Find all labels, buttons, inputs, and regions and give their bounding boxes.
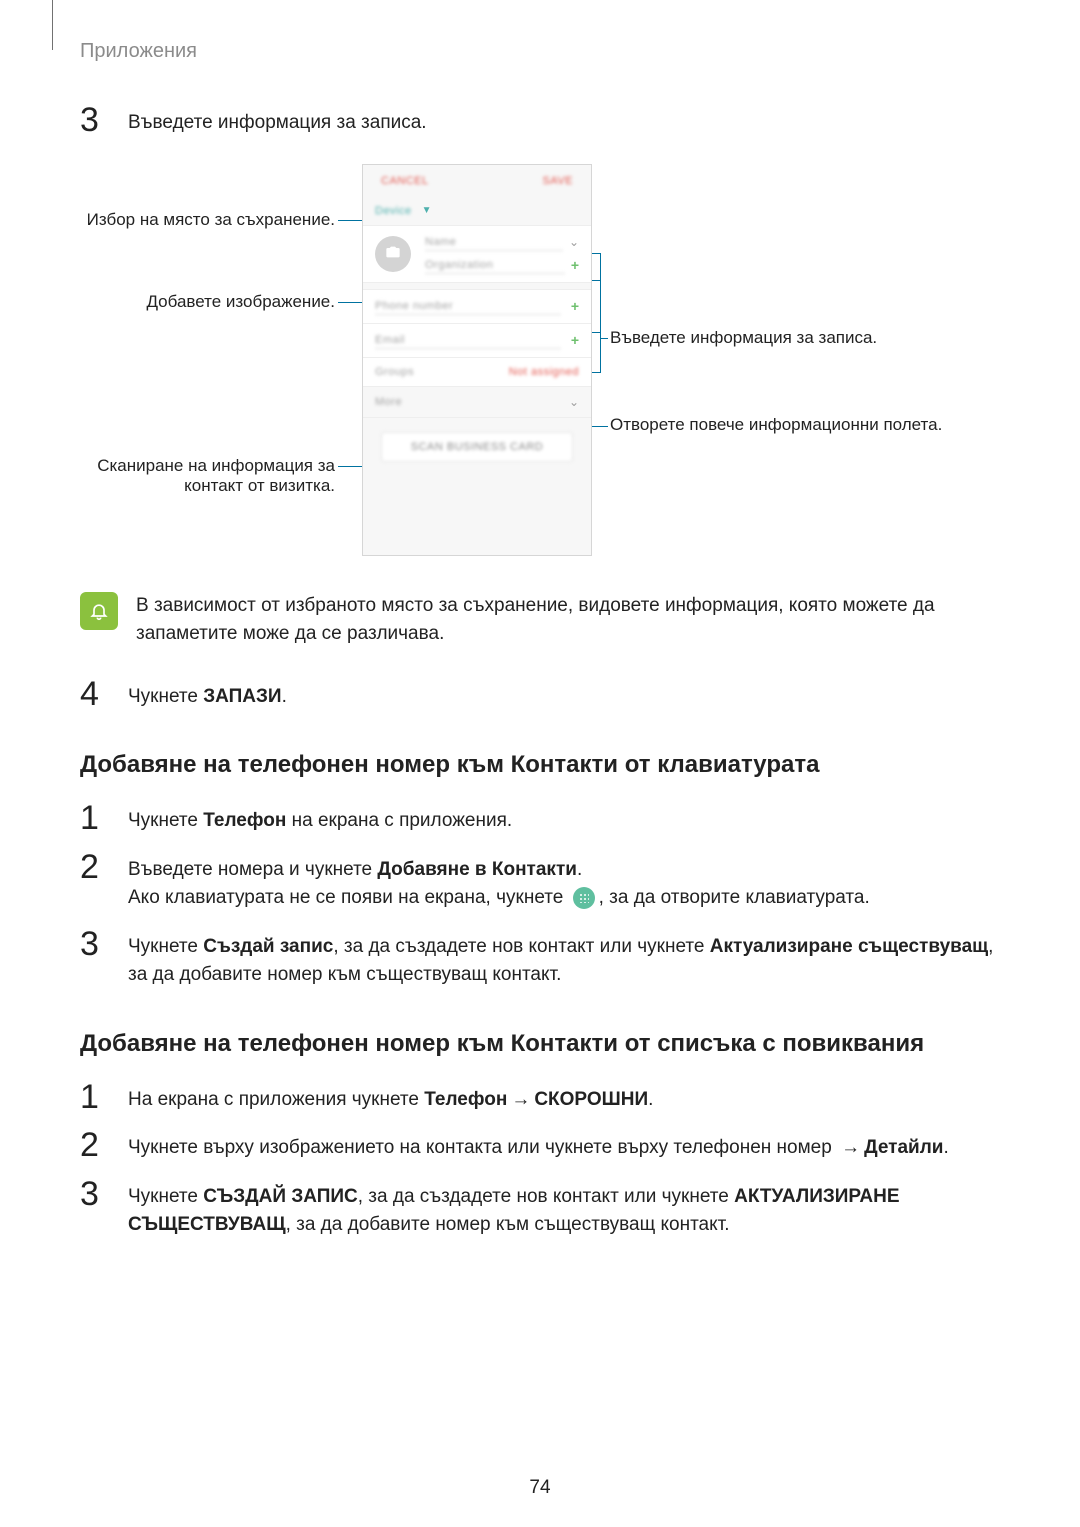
margin-rule (52, 0, 53, 50)
more-fields-row[interactable]: More ⌄ (363, 387, 591, 418)
text: На екрана с приложения чукнете (128, 1089, 424, 1110)
heading-add-from-call-log: Добавяне на телефонен номер към Контакти… (80, 1030, 1000, 1058)
callout-line (338, 466, 362, 467)
text: . (577, 859, 582, 880)
secB-step-2: 2 Чукнете върху изображението на контакт… (80, 1128, 1000, 1163)
callout-more: Отворете повече информационни полета. (610, 415, 950, 435)
bold-text: Актуализиране съществуващ (710, 936, 988, 957)
section-label: Приложения (80, 40, 1000, 63)
step-number: 3 (80, 103, 110, 137)
text: Чукнете върху изображението на контакта … (128, 1137, 837, 1158)
step-text: Чукнете Създай запис, за да създадете но… (128, 927, 1000, 990)
camera-icon (385, 244, 401, 263)
step-text: Чукнете СЪЗДАЙ ЗАПИС, за да създадете но… (128, 1177, 1000, 1240)
secB-step-1: 1 На екрана с приложения чукнете Телефон… (80, 1080, 1000, 1115)
bold-text: СЪЗДАЙ ЗАПИС (203, 1186, 358, 1207)
more-label: More (375, 396, 402, 408)
groups-value: Not assigned (509, 366, 579, 378)
text: Ако клавиатурата не се появи на екрана, … (128, 887, 569, 908)
email-field[interactable]: Email (375, 332, 561, 349)
step-text: Въведете информация за записа. (128, 103, 427, 138)
step-text: Чукнете върху изображението на контакта … (128, 1128, 949, 1163)
note-box: В зависимост от избраното място за съхра… (80, 592, 1000, 649)
groups-label: Groups (375, 366, 414, 378)
text: Чукнете (128, 686, 203, 707)
avatar-placeholder[interactable] (375, 236, 411, 272)
cancel-button[interactable]: CANCEL (381, 175, 429, 187)
callout-line (590, 426, 608, 427)
step-4: 4 Чукнете ЗАПАЗИ. (80, 677, 1000, 712)
chevron-down-icon: ▼ (422, 205, 432, 216)
bell-icon (80, 592, 118, 630)
step-text: Чукнете Телефон на екрана с приложения. (128, 801, 512, 836)
bold-text: Създай запис (203, 936, 333, 957)
step-number: 3 (80, 1177, 110, 1211)
phone-number-row[interactable]: Phone number + (363, 290, 591, 324)
text: Чукнете (128, 936, 203, 957)
email-row[interactable]: Email + (363, 324, 591, 358)
plus-icon[interactable]: + (571, 298, 579, 314)
note-text: В зависимост от избраното място за съхра… (136, 592, 1000, 649)
contact-form-diagram: Избор на място за съхранение. Добавете и… (80, 162, 1000, 562)
secA-step-3: 3 Чукнете Създай запис, за да създадете … (80, 927, 1000, 990)
step-number: 3 (80, 927, 110, 961)
organization-field[interactable]: Organization (425, 257, 565, 274)
storage-label: Device (375, 205, 412, 217)
step-number: 4 (80, 677, 110, 711)
step-text: На екрана с приложения чукнете Телефон →… (128, 1080, 653, 1115)
bold-text: СКОРОШНИ (534, 1089, 648, 1110)
callout-line (600, 338, 608, 339)
secA-step-2: 2 Въведете номера и чукнете Добавяне в К… (80, 850, 1000, 913)
text: . (943, 1137, 948, 1158)
text: , за да създадете нов контакт или чукнет… (358, 1186, 734, 1207)
groups-row[interactable]: Groups Not assigned (363, 358, 591, 386)
bold-text: Детайли (864, 1137, 943, 1158)
storage-selector[interactable]: Device ▼ (363, 197, 591, 225)
callout-storage: Избор на място за съхранение. (80, 210, 335, 230)
step-number: 1 (80, 1080, 110, 1114)
text: Въведете номера и чукнете (128, 859, 377, 880)
secA-step-1: 1 Чукнете Телефон на екрана с приложения… (80, 801, 1000, 836)
phone-field[interactable]: Phone number (375, 298, 561, 315)
chevron-down-icon[interactable]: ⌄ (569, 235, 579, 249)
text: , за да добавите номер към съществуващ к… (286, 1214, 730, 1235)
callout-enter: Въведете информация за записа. (610, 328, 950, 348)
heading-add-from-keypad: Добавяне на телефонен номер към Контакти… (80, 751, 1000, 779)
bold-text: Телефон (424, 1089, 507, 1110)
chevron-down-icon: ⌄ (569, 395, 579, 409)
text: . (648, 1089, 653, 1110)
scan-business-card-button[interactable]: SCAN BUSINESS CARD (381, 432, 573, 462)
bold-text: ЗАПАЗИ (203, 686, 281, 707)
text: , за да отворите клавиатурата. (599, 887, 870, 908)
step-text: Въведете номера и чукнете Добавяне в Кон… (128, 850, 870, 913)
arrow-right-icon: → (841, 1134, 860, 1163)
callout-line (600, 253, 601, 373)
text: Чукнете (128, 810, 203, 831)
text: . (282, 686, 287, 707)
plus-icon[interactable]: + (571, 257, 579, 273)
callout-image: Добавете изображение. (80, 292, 335, 312)
step-number: 2 (80, 1128, 110, 1162)
plus-icon[interactable]: + (571, 332, 579, 348)
save-button[interactable]: SAVE (542, 175, 573, 187)
step-number: 2 (80, 850, 110, 884)
bold-text: Телефон (203, 810, 286, 831)
step-3: 3 Въведете информация за записа. (80, 103, 1000, 138)
step-text: Чукнете ЗАПАЗИ. (128, 677, 287, 712)
arrow-right-icon: → (511, 1086, 530, 1115)
name-field[interactable]: Name (425, 234, 563, 251)
text: Чукнете (128, 1186, 203, 1207)
text: на екрана с приложения. (286, 810, 512, 831)
bold-text: Добавяне в Контакти (377, 859, 577, 880)
text: , за да създадете нов контакт или чукнет… (333, 936, 709, 957)
secB-step-3: 3 Чукнете СЪЗДАЙ ЗАПИС, за да създадете … (80, 1177, 1000, 1240)
phone-mockup: CANCEL SAVE Device ▼ Name (362, 164, 592, 556)
keypad-icon (573, 887, 595, 909)
phone-topbar: CANCEL SAVE (363, 165, 591, 197)
callout-scan: Сканиране на информация за контакт от ви… (80, 456, 335, 496)
page-number: 74 (0, 1477, 1080, 1499)
step-number: 1 (80, 801, 110, 835)
